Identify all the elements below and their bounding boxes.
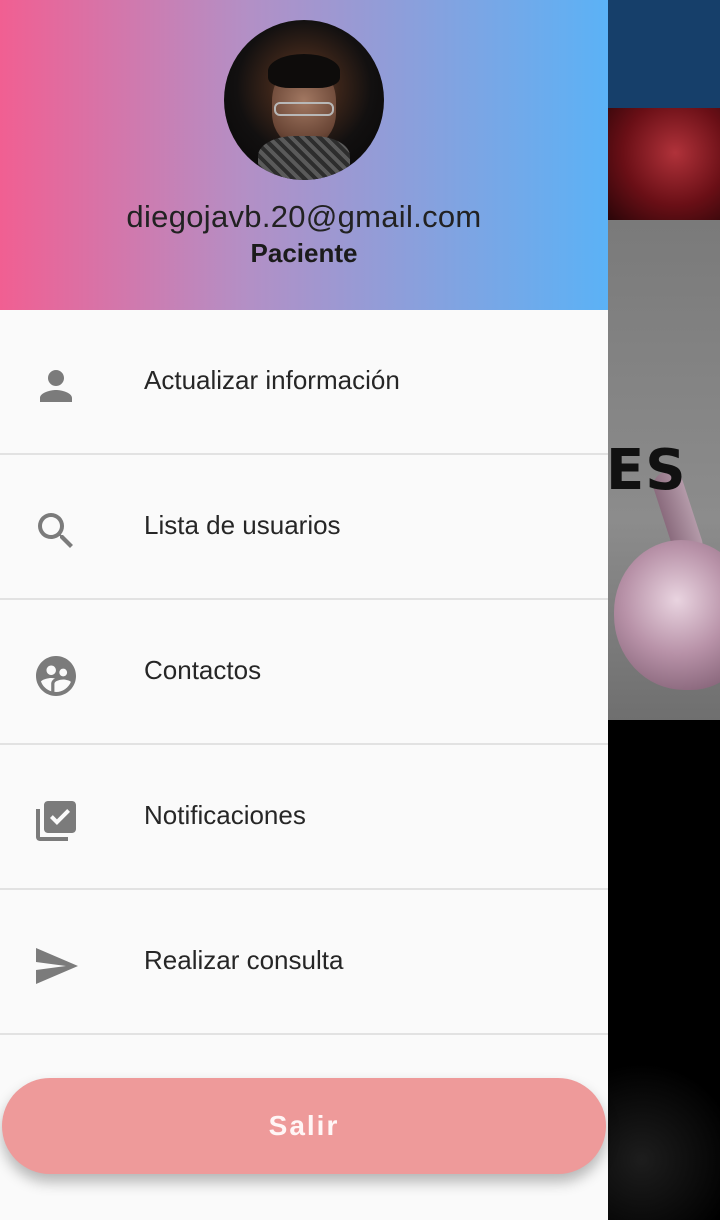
background-dark-area — [608, 720, 720, 1220]
menu-item-actualizar-informacion[interactable]: Actualizar información — [0, 310, 608, 455]
menu-item-label: Actualizar información — [144, 365, 400, 395]
menu-item-lista-de-usuarios[interactable]: Lista de usuarios — [0, 455, 608, 600]
menu-item-contactos[interactable]: Contactos — [0, 600, 608, 745]
drawer-menu: Actualizar información Lista de usuarios… — [0, 310, 608, 1035]
background-photo — [608, 108, 720, 220]
menu-item-label: Notificaciones — [144, 800, 306, 830]
person-icon — [32, 362, 80, 410]
menu-item-label: Contactos — [144, 655, 262, 685]
menu-item-notificaciones[interactable]: Notificaciones — [0, 745, 608, 890]
background-card-title: ES — [608, 438, 687, 503]
contacts-face-icon — [32, 652, 80, 700]
user-email: diegojavb.20@gmail.com — [126, 199, 482, 234]
avatar — [224, 20, 384, 180]
library-check-icon — [32, 797, 80, 845]
background-card: ES — [608, 220, 720, 720]
navigation-drawer: diegojavb.20@gmail.com Paciente Actualiz… — [0, 0, 608, 1220]
exit-button[interactable]: Salir — [2, 1078, 606, 1174]
send-icon — [32, 942, 80, 990]
menu-item-label: Lista de usuarios — [144, 510, 341, 540]
user-role: Paciente — [250, 238, 358, 268]
search-icon — [32, 507, 80, 555]
background-app-bar — [608, 0, 720, 108]
menu-item-realizar-consulta[interactable]: Realizar consulta — [0, 890, 608, 1035]
drawer-header: diegojavb.20@gmail.com Paciente — [0, 0, 608, 310]
garlic-bulb — [614, 540, 720, 690]
menu-item-label: Realizar consulta — [144, 945, 344, 975]
